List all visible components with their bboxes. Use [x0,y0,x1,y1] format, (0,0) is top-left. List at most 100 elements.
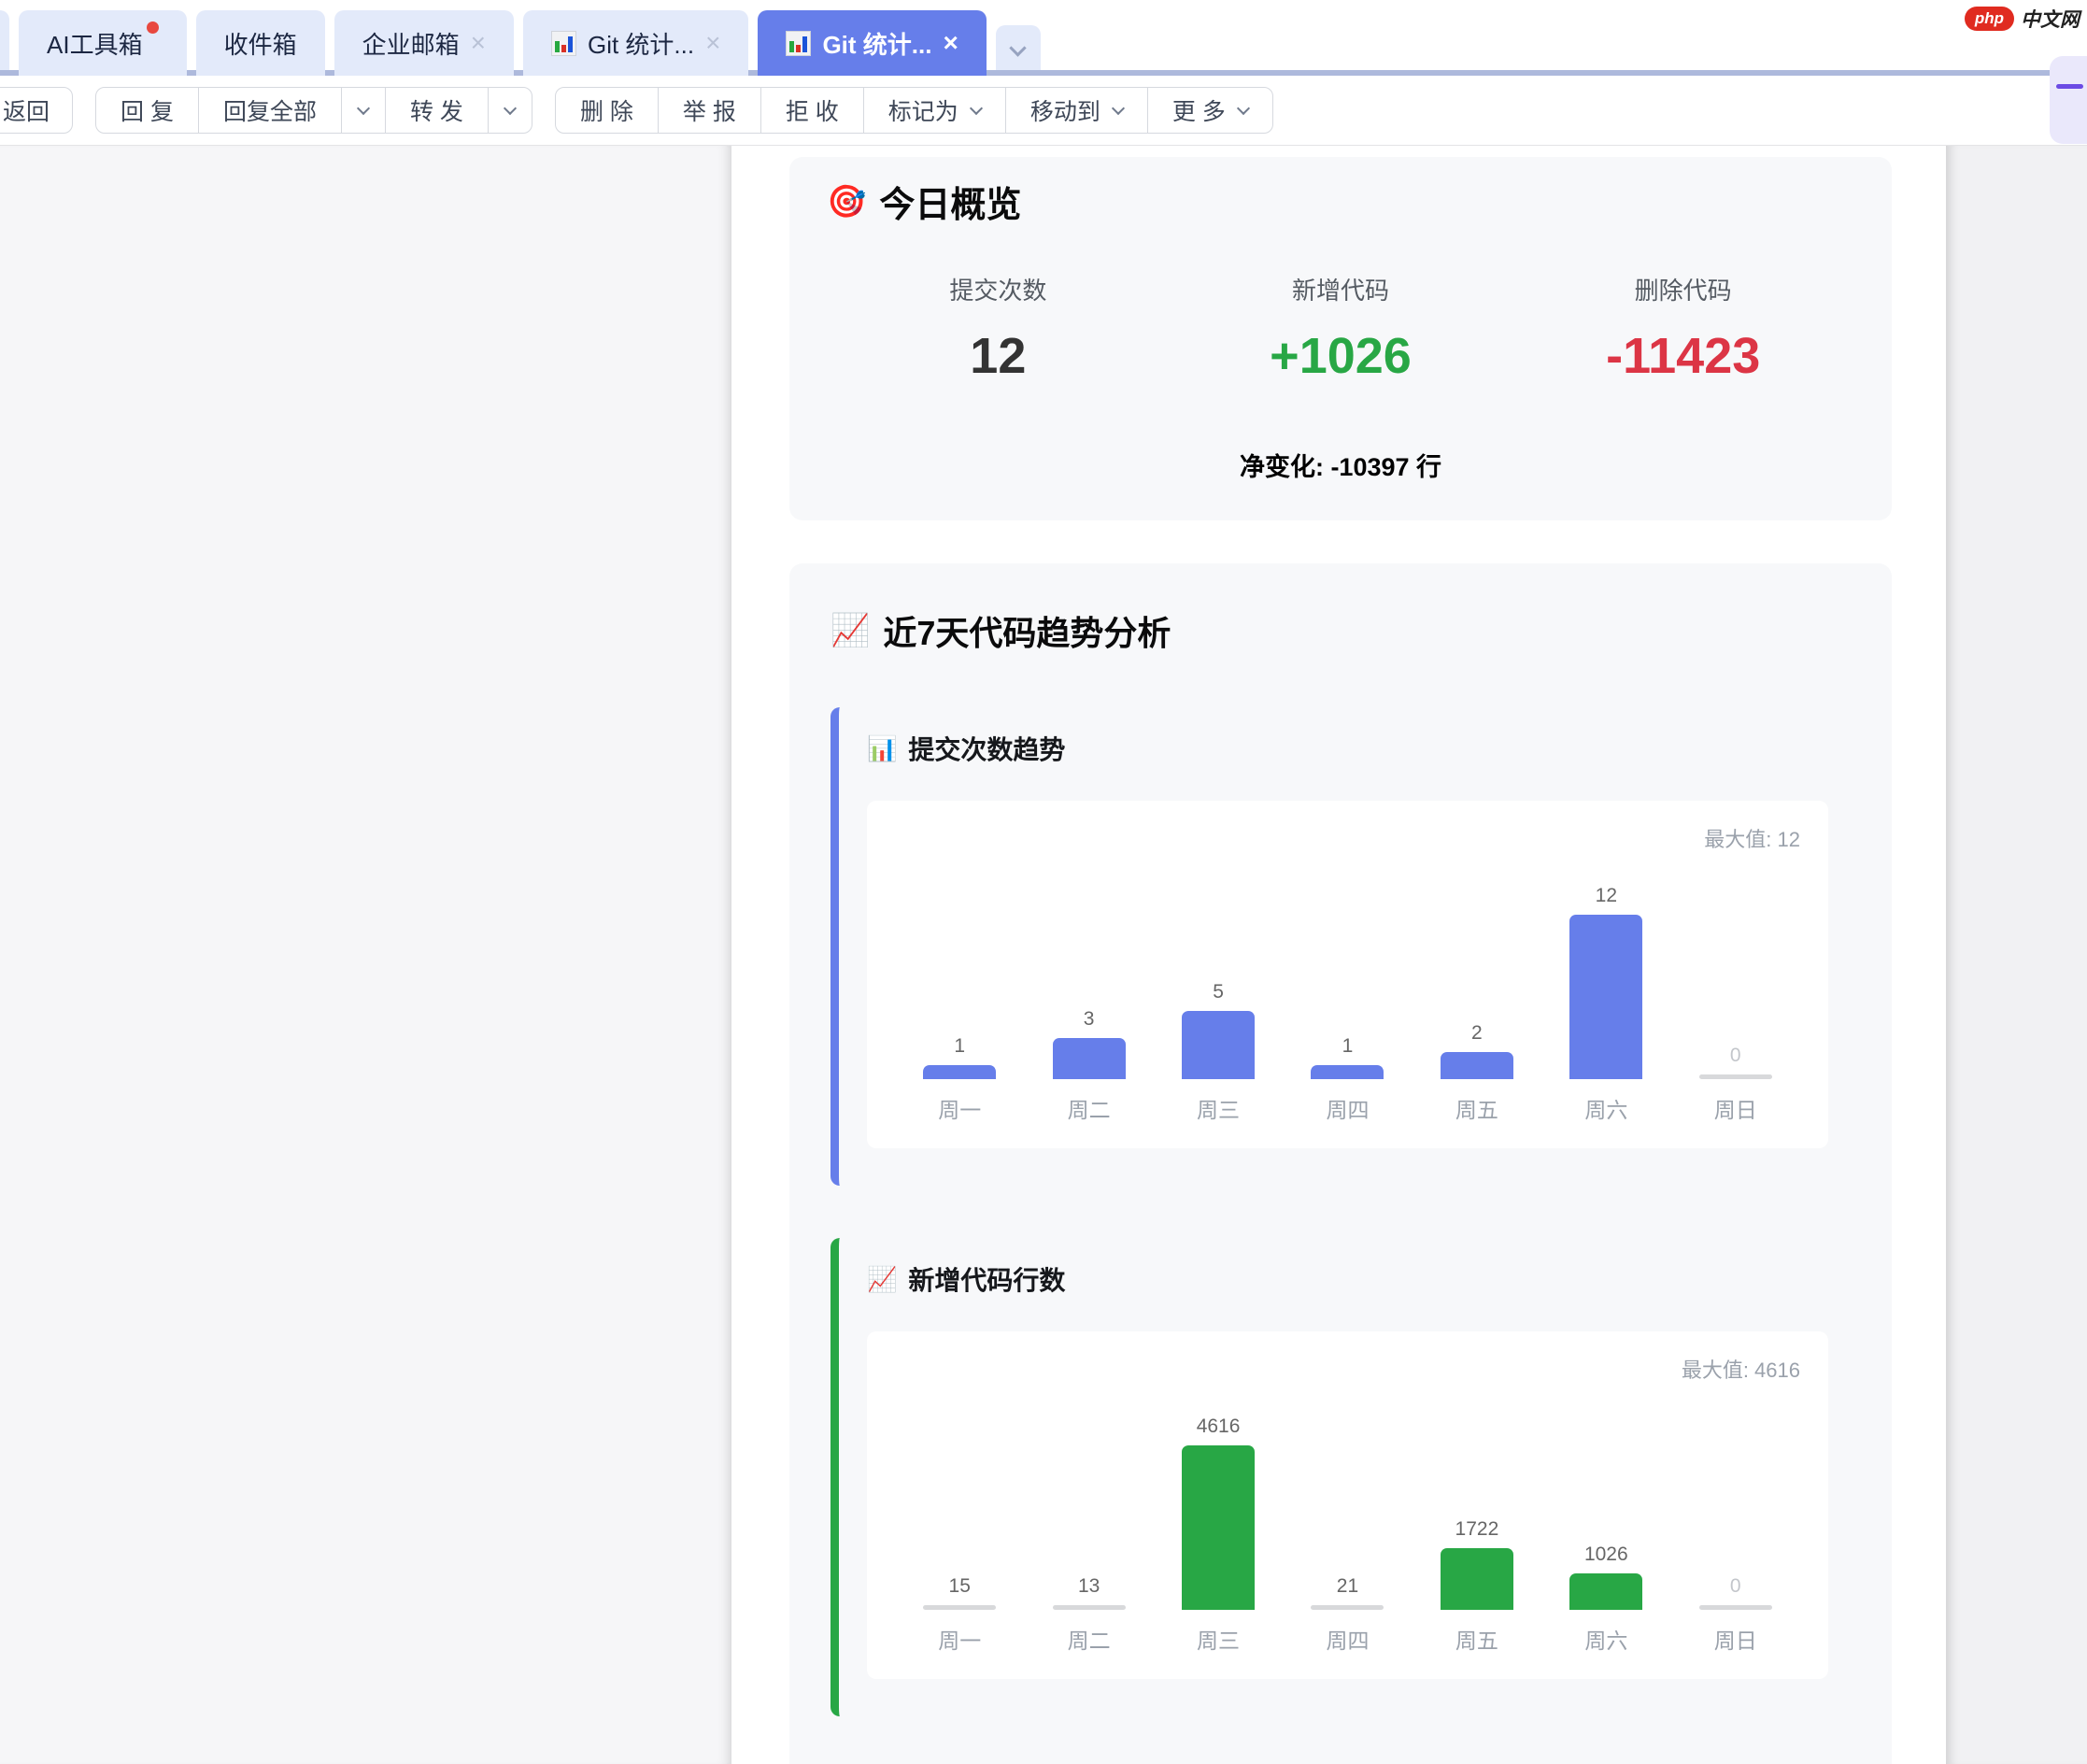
chart-column: 1026 [1541,1386,1670,1610]
stat-added-lines: 新增代码 +1026 [1170,272,1512,385]
stat-commits: 提交次数 12 [827,272,1170,385]
bar-value-label: 1 [1342,1035,1354,1058]
stat-value: -11423 [1512,327,1854,385]
chart-column: 1 [895,855,1024,1079]
chevron-down-icon [357,101,370,114]
tab-label: 企业邮箱 [362,26,460,61]
overview-title: 🎯 今日概览 [827,176,1854,227]
stat-deleted-lines: 删除代码 -11423 [1512,272,1854,385]
chart-column: 5 [1154,855,1283,1079]
bar [1441,1548,1513,1610]
added-lines-block: 📈 新增代码行数 最大值: 4616 1513461621172210260 周… [831,1238,1860,1716]
browser-tab-bar: AI工具箱 收件箱 企业邮箱 × Git 统计... × Git 统计... ×… [0,0,2087,76]
toolbar-button[interactable]: 回复全部 [198,88,341,133]
close-icon[interactable]: × [705,30,720,56]
bar [1311,1065,1384,1079]
toolbar-button-label: 标记为 [888,93,958,127]
chevron-down-icon [970,101,983,114]
target-emoji-icon: 🎯 [827,186,866,218]
toolbar-button[interactable]: 拒 收 [760,88,863,133]
stat-label: 删除代码 [1512,272,1854,306]
toolbar-button[interactable]: 更 多 [1147,88,1272,133]
bar-day-label: 周三 [1154,1092,1283,1124]
stat-value: 12 [827,327,1170,385]
toolbar-button[interactable]: 删 除 [556,88,658,133]
bar-day-label: 周四 [1283,1623,1412,1655]
overview-title-text: 今日概览 [879,176,1021,227]
php-badge: php [1965,7,2014,31]
bar-day-label: 周日 [1671,1623,1800,1655]
chart-bars: 13512120 [895,855,1800,1079]
chart-column: 0 [1671,855,1800,1079]
chart-column: 21 [1283,1386,1412,1610]
chart-column: 1 [1283,855,1412,1079]
toolbar-button[interactable]: 回 复 [96,88,198,133]
chevron-down-icon [1237,101,1250,114]
added-lines-chart: 最大值: 4616 1513461621172210260 周一周二周三周四周五… [867,1331,1828,1679]
toolbar-button[interactable]: 举 报 [658,88,760,133]
commit-trend-title: 📊 提交次数趋势 [867,730,1828,767]
toolbar-button-label: 更 多 [1172,93,1226,127]
chart-column: 2 [1413,855,1541,1079]
bar [923,1065,996,1079]
bar [1699,1074,1772,1079]
tab-git-stats-active[interactable]: Git 统计... × [758,10,986,76]
toolbar-button[interactable]: 转 发 [385,88,488,133]
bar-day-label: 周二 [1024,1623,1153,1655]
partial-tab[interactable] [0,10,9,76]
bar-chart-favicon [551,31,576,56]
stat-label: 提交次数 [827,272,1170,306]
bar-day-label: 周一 [895,1092,1024,1124]
toolbar-group-manage: 删 除 举 报 拒 收 标记为 移动到 更 多 [555,87,1273,134]
tab-ai-toolbox[interactable]: AI工具箱 [19,10,187,76]
today-overview-card: 🎯 今日概览 提交次数 12 新增代码 +1026 删除代码 -11423 净变… [789,157,1892,520]
bar-day-label: 周六 [1541,1092,1670,1124]
chart-column: 15 [895,1386,1024,1610]
chart-column: 4616 [1154,1386,1283,1610]
toolbar-dropdown-toggle[interactable] [341,88,385,133]
chart-column: 12 [1541,855,1670,1079]
trend-title-text: 近7天代码趋势分析 [883,606,1171,655]
commit-trend-chart: 最大值: 12 13512120 周一周二周三周四周五周六周日 [867,801,1828,1148]
tab-git-stats[interactable]: Git 统计... × [523,10,748,76]
chart-x-axis: 周一周二周三周四周五周六周日 [895,1092,1800,1124]
bar-value-label: 4616 [1197,1415,1241,1438]
bar-day-label: 周一 [895,1623,1024,1655]
back-button[interactable]: 返回 [0,87,73,134]
bar-value-label: 5 [1213,981,1224,1003]
bar-value-label: 0 [1730,1575,1741,1598]
tab-overflow-button[interactable] [996,25,1041,76]
bar-day-label: 周二 [1024,1092,1153,1124]
chevron-down-icon [1112,101,1125,114]
bar-day-label: 周五 [1413,1623,1541,1655]
block-title-text: 新增代码行数 [908,1260,1065,1298]
toolbar-button-label: 举 报 [683,93,736,127]
toolbar-button-label: 删 除 [580,93,633,127]
chart-max-label: 最大值: 4616 [895,1354,1800,1386]
chart-column: 1722 [1413,1386,1541,1610]
bar [1569,915,1642,1079]
bar-value-label: 1026 [1584,1544,1628,1566]
toolbar-button[interactable]: 标记为 [863,88,1005,133]
mail-reading-pane: 🎯 今日概览 提交次数 12 新增代码 +1026 删除代码 -11423 净变… [731,146,1946,1764]
bar [1311,1605,1384,1610]
site-name: 中文网 [2021,5,2080,33]
tab-enterprise-mail[interactable]: 企业邮箱 × [334,10,514,76]
chart-column: 3 [1024,855,1153,1079]
bar-value-label: 1 [954,1035,965,1058]
commit-trend-block: 📊 提交次数趋势 最大值: 12 13512120 周一周二周三周四周五周六周日 [831,707,1860,1186]
toolbar-button[interactable]: 移动到 [1005,88,1147,133]
bar-chart-favicon [786,31,811,56]
floating-widget[interactable] [2050,56,2087,144]
chart-max-label: 最大值: 12 [895,823,1800,855]
chart-column: 0 [1671,1386,1800,1610]
toolbar-button-label: 拒 收 [786,93,839,127]
toolbar-button-label: 移动到 [1030,93,1100,127]
close-icon[interactable]: × [471,30,486,56]
stat-label: 新增代码 [1170,272,1512,306]
tab-inbox[interactable]: 收件箱 [196,10,325,76]
toolbar-dropdown-toggle[interactable] [488,88,532,133]
bar-day-label: 周三 [1154,1623,1283,1655]
close-icon[interactable]: × [943,30,958,56]
chevron-down-icon [504,101,517,114]
